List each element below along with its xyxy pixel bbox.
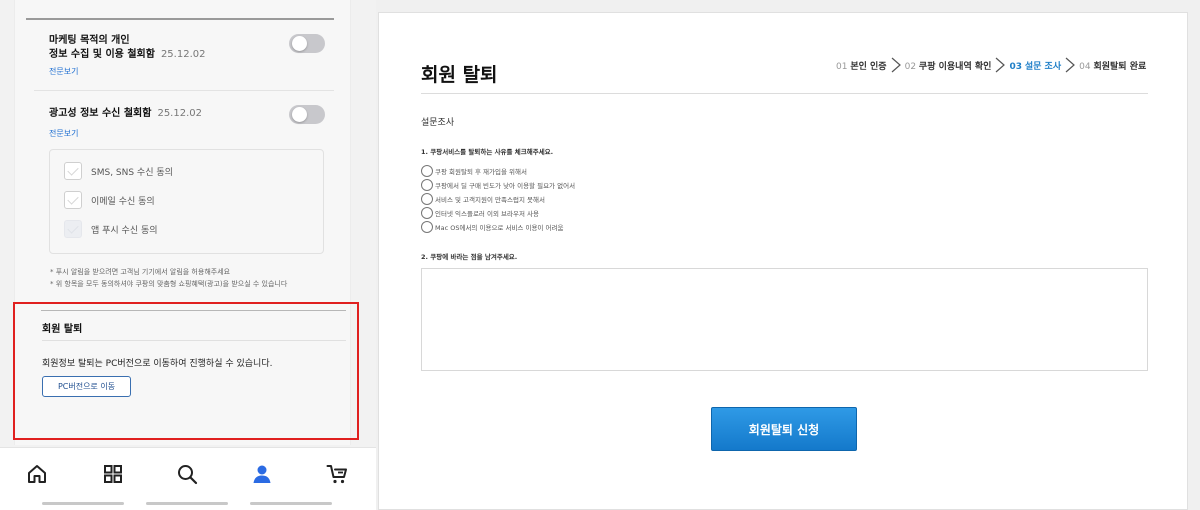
- step-2: 02 쿠팡 이용내역 확인: [904, 61, 992, 72]
- ads-date: 25.12.02: [157, 108, 202, 119]
- reason-option[interactable]: 서비스 및 고객지원이 만족스럽지 못해서: [421, 192, 545, 205]
- ads-title: 광고성 정보 수신 철회함: [49, 108, 152, 119]
- consent-notice: * 위 항목을 모두 동의하셔야 쿠팡의 맞춤형 쇼핑혜택(광고)을 받으실 수…: [50, 280, 288, 288]
- push-notice: * 푸시 알림을 받으려면 고객님 기기에서 알림을 허용해주세요: [50, 268, 231, 276]
- reason-radio[interactable]: [421, 178, 433, 191]
- reason-label: 쿠팡에서 딜 구매 빈도가 낮아 이용할 필요가 없어서: [435, 181, 576, 190]
- ads-consent-toggle[interactable]: [289, 105, 325, 124]
- reason-label: 서비스 및 고객지원이 만족스럽지 못해서: [435, 195, 545, 204]
- push-option: 앱 푸시 수신 동의: [64, 220, 158, 238]
- withdrawal-description: 회원정보 탈퇴는 PC버전으로 이동하여 진행하실 수 있습니다.: [42, 359, 273, 369]
- reason-label: Mac OS에서의 이용으로 서비스 이용이 어려움: [435, 223, 564, 232]
- feedback-textarea[interactable]: [421, 268, 1148, 371]
- cart-icon[interactable]: [325, 462, 349, 486]
- search-icon[interactable]: [175, 462, 199, 486]
- sms-checkbox[interactable]: [64, 162, 82, 180]
- section-divider: [41, 310, 346, 311]
- channel-options-box: SMS, SNS 수신 동의 이메일 수신 동의 앱 푸시 수신 동의: [49, 149, 324, 254]
- push-label: 앱 푸시 수신 동의: [91, 225, 158, 236]
- push-checkbox: [64, 220, 82, 238]
- chevron-right-icon: [1065, 57, 1076, 73]
- section-divider: [26, 18, 334, 20]
- home-icon[interactable]: [25, 462, 49, 486]
- reason-label: 인터넷 익스플로러 이외 브라우저 사용: [435, 209, 539, 218]
- email-checkbox[interactable]: [64, 191, 82, 209]
- page-title: 회원 탈퇴: [421, 64, 498, 86]
- withdrawal-title: 회원 탈퇴: [42, 324, 83, 335]
- divider: [34, 90, 334, 91]
- chevron-right-icon: [891, 57, 901, 73]
- indicator-bar: [250, 502, 332, 505]
- pc-withdrawal-page: 회원 탈퇴 01 본인 인증 02 쿠팡 이용내역 확인 03 설문 조사 04…: [378, 12, 1188, 510]
- sms-option[interactable]: SMS, SNS 수신 동의: [64, 162, 173, 180]
- marketing-date: 25.12.02: [160, 49, 206, 60]
- email-label: 이메일 수신 동의: [91, 196, 155, 207]
- member-withdrawal-section: 회원 탈퇴 회원정보 탈퇴는 PC버전으로 이동하여 진행하실 수 있습니다. …: [13, 302, 359, 440]
- email-option[interactable]: 이메일 수신 동의: [64, 191, 155, 209]
- reason-radio[interactable]: [421, 192, 433, 205]
- marketing-consent-toggle[interactable]: [289, 34, 325, 53]
- reason-radio[interactable]: [421, 164, 433, 177]
- marketing-title-line1: 마케팅 목적의 개인: [49, 35, 130, 46]
- sms-label: SMS, SNS 수신 동의: [91, 167, 173, 178]
- marketing-full-text-link[interactable]: 전문보기: [49, 66, 78, 77]
- divider: [421, 93, 1148, 94]
- reason-option[interactable]: Mac OS에서의 이용으로 서비스 이용이 어려움: [421, 220, 563, 233]
- user-icon[interactable]: [250, 462, 274, 486]
- reason-label: 쿠팡 회원탈퇴 후 재가입을 위해서: [435, 167, 527, 176]
- reason-option[interactable]: 쿠팡에서 딜 구매 빈도가 낮아 이용할 필요가 없어서: [421, 178, 575, 191]
- ads-full-text-link[interactable]: 전문보기: [49, 128, 78, 139]
- mobile-screen: 마케팅 목적의 개인 정보 수집 및 이용 철회함 25.12.02 전문보기 광…: [0, 0, 376, 510]
- reason-radio[interactable]: [421, 220, 433, 233]
- step-indicator: 01 본인 인증 02 쿠팡 이용내역 확인 03 설문 조사 04 회원탈퇴 …: [836, 55, 1146, 75]
- ads-consent-title: 광고성 정보 수신 철회함 25.12.02: [49, 107, 202, 121]
- reason-option[interactable]: 인터넷 익스플로러 이외 브라우저 사용: [421, 206, 539, 219]
- question-2: 2. 쿠팡에 바라는 점을 남겨주세요.: [421, 253, 518, 261]
- question-1: 1. 쿠팡서비스를 탈퇴하는 사유를 체크해주세요.: [421, 148, 554, 156]
- survey-title: 설문조사: [421, 118, 455, 128]
- step-4: 04 회원탈퇴 완료: [1079, 61, 1147, 72]
- indicator-bar: [146, 502, 228, 505]
- bottom-nav: [0, 447, 376, 510]
- marketing-title-line2: 정보 수집 및 이용 철회함: [49, 49, 155, 60]
- indicator-bar: [42, 502, 124, 505]
- step-3: 03 설문 조사: [1009, 61, 1062, 72]
- reason-option[interactable]: 쿠팡 회원탈퇴 후 재가입을 위해서: [421, 164, 527, 177]
- chevron-right-icon: [996, 57, 1006, 73]
- go-to-pc-version-button[interactable]: PC버전으로 이동: [42, 376, 131, 397]
- divider: [42, 340, 346, 341]
- step-1: 01 본인 인증: [836, 61, 887, 72]
- reason-radio[interactable]: [421, 206, 433, 219]
- submit-withdrawal-button[interactable]: 회원탈퇴 신청: [711, 407, 857, 451]
- grid-icon[interactable]: [101, 462, 125, 486]
- marketing-consent-title: 마케팅 목적의 개인 정보 수집 및 이용 철회함 25.12.02: [49, 34, 205, 62]
